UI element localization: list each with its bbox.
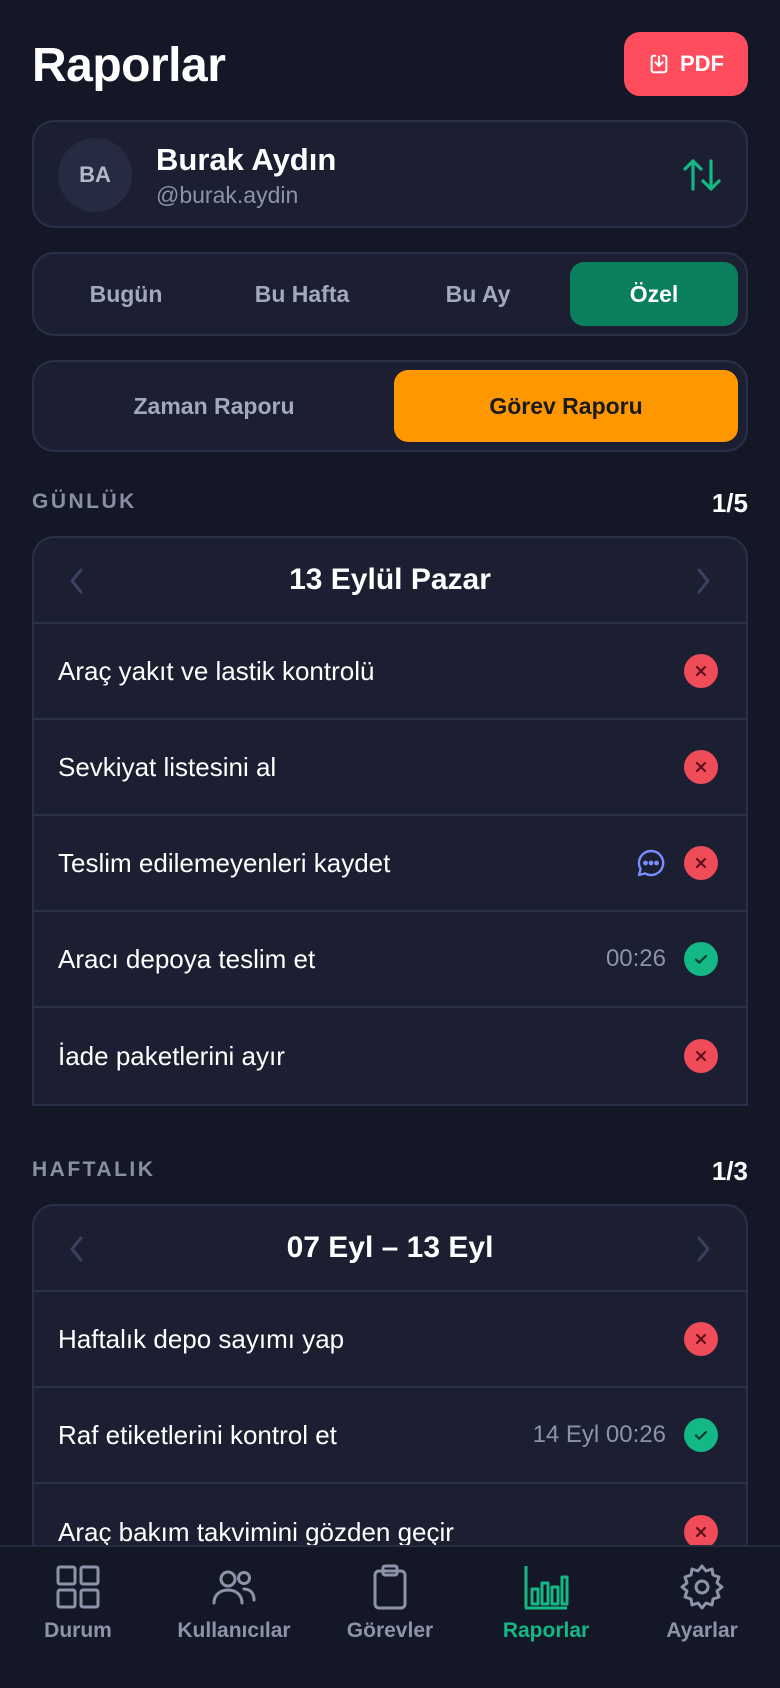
task-row[interactable]: İade paketlerini ayır bbox=[34, 1008, 746, 1104]
report-type-tabs: Zaman Raporu Görev Raporu bbox=[32, 360, 748, 452]
daily-section-count: 1/5 bbox=[711, 488, 748, 518]
tab-this-week[interactable]: Bu Hafta bbox=[218, 262, 386, 326]
comment-icon[interactable] bbox=[636, 848, 666, 878]
daily-date: 13 Eylül Pazar bbox=[289, 563, 491, 596]
tab-custom[interactable]: Özel bbox=[570, 262, 738, 326]
clipboard-icon bbox=[373, 1564, 407, 1610]
grid-icon bbox=[56, 1565, 100, 1609]
weekly-date: 07 Eyl – 13 Eyl bbox=[286, 1231, 494, 1264]
nav-label: Kullanıcılar bbox=[177, 1619, 291, 1642]
task-row[interactable]: Sevkiyat listesini al bbox=[34, 720, 746, 816]
avatar: BA bbox=[58, 138, 132, 212]
nav-label: Görevler bbox=[346, 1619, 434, 1642]
chevron-right-icon[interactable] bbox=[690, 1234, 716, 1264]
check-icon bbox=[684, 1418, 718, 1452]
fail-icon bbox=[684, 1515, 718, 1545]
chevron-left-icon[interactable] bbox=[64, 1234, 90, 1264]
fail-icon bbox=[684, 654, 718, 688]
task-row[interactable]: Aracı depoya teslim et 00:26 bbox=[34, 912, 746, 1008]
fail-icon bbox=[684, 1322, 718, 1356]
daily-card-header: 13 Eylül Pazar bbox=[34, 538, 746, 624]
tab-today[interactable]: Bugün bbox=[42, 262, 210, 326]
reports-screen: Raporlar PDF BA Burak Aydın @burak.aydin… bbox=[0, 0, 780, 1688]
task-title: Araç bakım takvimini gözden geçir bbox=[58, 1516, 454, 1546]
user-name: Burak Aydın bbox=[156, 142, 337, 177]
task-time: 14 Eyl 00:26 bbox=[532, 1421, 666, 1448]
chevron-left-icon[interactable] bbox=[64, 566, 90, 596]
nav-label: Durum bbox=[44, 1619, 112, 1642]
download-icon bbox=[650, 54, 668, 74]
fail-icon bbox=[684, 846, 718, 880]
gear-icon bbox=[680, 1564, 724, 1610]
weekly-card-header: 07 Eyl – 13 Eyl bbox=[34, 1206, 746, 1292]
task-row[interactable]: Teslim edilemeyenleri kaydet bbox=[34, 816, 746, 912]
nav-kullanicilar[interactable]: Kullanıcılar bbox=[156, 1547, 312, 1688]
tab-task-report[interactable]: Görev Raporu bbox=[394, 370, 738, 442]
nav-label: Raporlar bbox=[502, 1619, 590, 1642]
scroll-content[interactable]: Raporlar PDF BA Burak Aydın @burak.aydin… bbox=[0, 0, 780, 1545]
nav-label: Ayarlar bbox=[666, 1619, 738, 1642]
pdf-label: PDF bbox=[680, 51, 724, 76]
tab-this-month[interactable]: Bu Ay bbox=[394, 262, 562, 326]
task-title: Haftalık depo sayımı yap bbox=[58, 1323, 345, 1354]
nav-gorevler[interactable]: Görevler bbox=[312, 1547, 468, 1688]
user-handle: @burak.aydin bbox=[156, 182, 299, 208]
task-title: Raf etiketlerini kontrol et bbox=[58, 1419, 337, 1450]
task-title: Araç yakıt ve lastik kontrolü bbox=[58, 655, 375, 686]
check-icon bbox=[684, 942, 718, 976]
weekly-section-label: HAFTALIK bbox=[32, 1158, 156, 1181]
users-icon bbox=[212, 1570, 256, 1605]
bottom-nav: Durum Kullanıcılar Görevler Raporlar Aya… bbox=[0, 1545, 780, 1688]
task-title: Aracı depoya teslim et bbox=[58, 943, 316, 974]
task-row[interactable]: Raf etiketlerini kontrol et 14 Eyl 00:26 bbox=[34, 1388, 746, 1484]
page-title: Raporlar bbox=[32, 39, 226, 92]
task-title: Teslim edilemeyenleri kaydet bbox=[58, 847, 391, 878]
nav-durum[interactable]: Durum bbox=[0, 1547, 156, 1688]
weekly-task-card: 07 Eyl – 13 Eyl Haftalık depo sayımı yap… bbox=[32, 1204, 748, 1545]
period-tabs: Bugün Bu Hafta Bu Ay Özel bbox=[32, 252, 748, 336]
chevron-right-icon[interactable] bbox=[690, 566, 716, 596]
user-selector[interactable]: BA Burak Aydın @burak.aydin bbox=[32, 120, 748, 228]
task-row[interactable]: Araç yakıt ve lastik kontrolü bbox=[34, 624, 746, 720]
task-row[interactable]: Haftalık depo sayımı yap bbox=[34, 1292, 746, 1388]
pdf-export-button[interactable]: PDF bbox=[624, 32, 748, 96]
task-row[interactable]: Araç bakım takvimini gözden geçir bbox=[34, 1484, 746, 1545]
swap-vertical-icon[interactable] bbox=[682, 156, 722, 194]
nav-raporlar[interactable]: Raporlar bbox=[468, 1547, 624, 1688]
fail-icon bbox=[684, 750, 718, 784]
weekly-section-count: 1/3 bbox=[711, 1156, 748, 1186]
task-title: İade paketlerini ayır bbox=[58, 1040, 285, 1071]
fail-icon bbox=[684, 1039, 718, 1073]
bar-chart-icon bbox=[524, 1566, 569, 1610]
daily-task-card: 13 Eylül Pazar Araç yakıt ve lastik kont… bbox=[32, 536, 748, 1106]
task-time: 00:26 bbox=[605, 945, 666, 972]
daily-section-label: GÜNLÜK bbox=[32, 490, 137, 513]
nav-ayarlar[interactable]: Ayarlar bbox=[624, 1547, 780, 1688]
task-title: Sevkiyat listesini al bbox=[58, 751, 277, 782]
tab-time-report[interactable]: Zaman Raporu bbox=[42, 370, 386, 442]
